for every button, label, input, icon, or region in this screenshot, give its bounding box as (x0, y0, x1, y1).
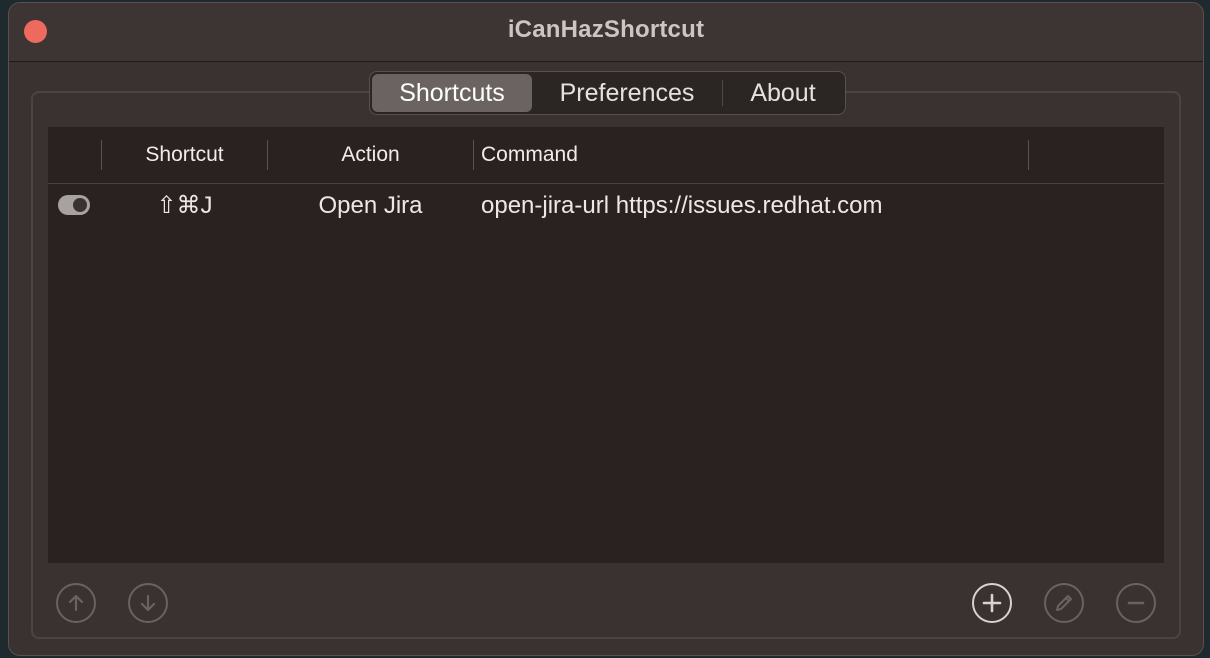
add-shortcut-button[interactable] (972, 583, 1012, 623)
arrow-down-icon (140, 594, 156, 612)
minus-icon (1127, 601, 1145, 605)
column-header-shortcut[interactable]: Shortcut (102, 127, 267, 183)
remove-shortcut-button[interactable] (1116, 583, 1156, 623)
shortcut-cell: ⇧⌘J (156, 192, 213, 219)
move-down-button[interactable] (128, 583, 168, 623)
toggle-knob (73, 198, 87, 212)
titlebar[interactable]: iCanHazShortcut (9, 3, 1203, 62)
action-cell: Open Jira (318, 192, 423, 219)
move-up-button[interactable] (56, 583, 96, 623)
column-header-command[interactable]: Command (481, 127, 1021, 183)
column-divider[interactable] (1028, 140, 1029, 170)
column-header-action[interactable]: Action (268, 127, 473, 183)
arrow-up-icon (68, 594, 84, 612)
edit-shortcut-button[interactable] (1044, 583, 1084, 623)
window-title: iCanHazShortcut (507, 16, 705, 43)
command-cell: open-jira-url https://issues.redhat.com (481, 192, 883, 219)
shortcuts-table: Shortcut Action Command ⇧⌘J Open Jira op… (48, 127, 1164, 563)
table-row[interactable]: ⇧⌘J Open Jira open-jira-url https://issu… (48, 184, 1164, 228)
tab-shortcuts[interactable]: Shortcuts (372, 74, 532, 112)
app-window: iCanHazShortcut Shortcuts Preferences Ab… (8, 2, 1204, 656)
enabled-toggle[interactable] (58, 195, 90, 215)
table-header: Shortcut Action Command (48, 127, 1164, 184)
tab-bar: Shortcuts Preferences About (369, 71, 846, 115)
plus-icon (982, 593, 1002, 613)
tab-about[interactable]: About (723, 74, 843, 112)
pencil-icon (1056, 595, 1072, 611)
column-divider[interactable] (473, 140, 474, 170)
tab-preferences[interactable]: Preferences (532, 74, 722, 112)
